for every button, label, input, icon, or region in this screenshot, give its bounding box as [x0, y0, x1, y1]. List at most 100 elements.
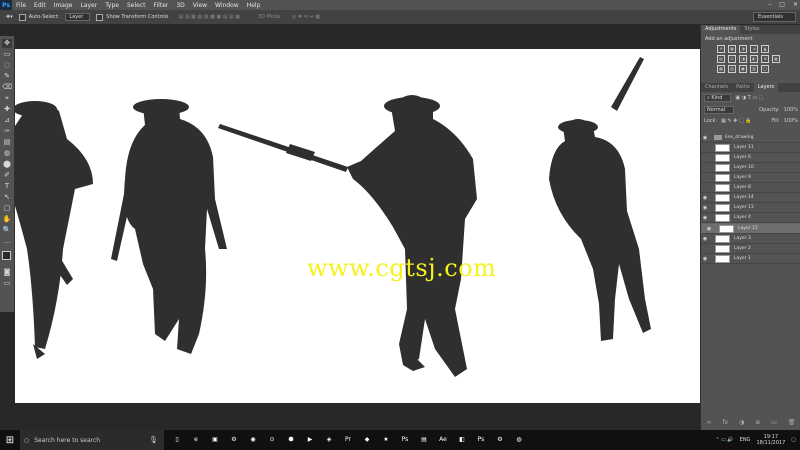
layer-row[interactable]: ◉ Layer 1: [701, 254, 800, 264]
tab-paths[interactable]: Paths: [732, 83, 754, 92]
tab-styles[interactable]: Styles: [740, 25, 763, 34]
history-brush-tool-icon[interactable]: ▤: [2, 138, 12, 147]
color-balance-icon[interactable]: ⚖: [728, 55, 736, 63]
menu-layer[interactable]: Layer: [80, 2, 97, 9]
layer-row[interactable]: ◉ line_drawing: [701, 133, 800, 143]
menu-3d[interactable]: 3D: [176, 2, 184, 9]
close-icon[interactable]: ✕: [793, 0, 798, 10]
shape-tool-icon[interactable]: ▢: [2, 204, 12, 213]
taskbar-app-icon[interactable]: ▤: [419, 435, 429, 445]
color-swatches[interactable]: [1, 250, 14, 263]
layer-style-icon[interactable]: fx: [722, 419, 728, 426]
tray-icons[interactable]: ⌃ ▭ 🔊: [715, 437, 733, 443]
taskbar-app-icon[interactable]: ⬢: [286, 435, 296, 445]
fill-field[interactable]: 100%: [784, 118, 798, 124]
taskbar-app-icon[interactable]: ⊙: [267, 435, 277, 445]
posterize-icon[interactable]: ▨: [728, 65, 736, 73]
taskbar-app-icon[interactable]: ▣: [210, 435, 220, 445]
document-canvas[interactable]: www.cgtsj.com: [15, 49, 700, 403]
layer-row[interactable]: Layer 11: [701, 143, 800, 153]
layer-row[interactable]: Layer 2: [701, 244, 800, 254]
move-tool-icon[interactable]: ✥▾: [6, 14, 13, 20]
taskbar-app-icon[interactable]: e: [191, 435, 201, 445]
threshold-icon[interactable]: ▣: [739, 65, 747, 73]
taskbar-app-icon[interactable]: Pr: [343, 435, 353, 445]
layer-filter-icons[interactable]: ▣ ◑ T ▭ ⬚: [735, 95, 763, 101]
tab-adjustments[interactable]: Adjustments: [701, 25, 741, 34]
language-indicator[interactable]: ENG: [740, 437, 751, 443]
kind-filter-dropdown[interactable]: ⌕ Kind: [704, 94, 732, 102]
eyedropper-tool-icon[interactable]: ⌖: [2, 94, 12, 103]
layer-row[interactable]: Layer 6: [701, 153, 800, 163]
hand-tool-icon[interactable]: ✋: [2, 215, 12, 224]
lock-icons[interactable]: ▦ ✎ ✥ ⬚ 🔒: [721, 118, 751, 124]
adjustment-layer-icon[interactable]: ◑: [739, 419, 744, 426]
stamp-tool-icon[interactable]: ✑: [2, 127, 12, 136]
marquee-tool-icon[interactable]: ▭: [2, 50, 12, 59]
visibility-eye-icon[interactable]: ◉: [701, 215, 709, 221]
taskbar-app-icon[interactable]: ⚙: [495, 435, 505, 445]
black-white-icon[interactable]: ◨: [739, 55, 747, 63]
taskbar-app-icon[interactable]: Ps: [476, 435, 486, 445]
curves-icon[interactable]: ◑: [739, 45, 747, 53]
gradient-map-icon[interactable]: ▥: [750, 65, 758, 73]
menu-type[interactable]: Type: [105, 2, 119, 9]
taskbar-app-icon[interactable]: ◉: [248, 435, 258, 445]
visibility-eye-icon[interactable]: ◉: [701, 135, 709, 141]
transform-controls-checkbox[interactable]: [96, 13, 104, 21]
menu-image[interactable]: Image: [54, 2, 73, 9]
crop-tool-icon[interactable]: ⌫: [2, 83, 12, 92]
brush-tool-icon[interactable]: ⊿: [2, 116, 12, 125]
windows-start-icon[interactable]: ⊞: [0, 435, 20, 446]
type-tool-icon[interactable]: T: [2, 182, 12, 191]
eraser-tool-icon[interactable]: ◍: [2, 149, 12, 158]
visibility-eye-icon[interactable]: ◉: [701, 236, 709, 242]
layer-row[interactable]: Layer 10: [701, 163, 800, 173]
3d-mode-icons[interactable]: ◎ ✥ ⟲ ⇔ ▦: [292, 14, 320, 20]
taskbar-app-icon[interactable]: Ae: [438, 435, 448, 445]
visibility-eye-icon[interactable]: ◉: [701, 205, 709, 211]
blend-mode-dropdown[interactable]: Normal: [704, 106, 735, 114]
brightness-icon[interactable]: ☀: [717, 45, 725, 53]
maximize-icon[interactable]: □: [779, 0, 785, 10]
healing-tool-icon[interactable]: ✚: [2, 105, 12, 114]
layer-row[interactable]: ◉ Layer 15: [701, 223, 800, 234]
layer-row[interactable]: ◉ Layer 13: [701, 203, 800, 213]
taskbar-app-icon[interactable]: ◧: [457, 435, 467, 445]
workspace-dropdown[interactable]: Essentials: [752, 12, 796, 22]
visibility-eye-icon[interactable]: ◉: [705, 226, 713, 232]
zoom-tool-icon[interactable]: 🔍: [2, 226, 12, 235]
selective-color-icon[interactable]: ▢: [761, 65, 769, 73]
menu-edit[interactable]: Edit: [34, 2, 46, 9]
visibility-eye-icon[interactable]: ◉: [701, 256, 709, 262]
align-icons[interactable]: ▤ ▥ ▦ ▧ ▨ ▩ ▣ ▤ ▥ ▦: [179, 14, 241, 20]
layer-row[interactable]: Layer 8: [701, 183, 800, 193]
move-tool-icon[interactable]: ✥: [2, 39, 12, 48]
menu-select[interactable]: Select: [127, 2, 146, 9]
menu-help[interactable]: Help: [247, 2, 261, 9]
new-group-icon[interactable]: ⊕: [755, 419, 760, 426]
minimize-icon[interactable]: –: [768, 0, 771, 10]
quick-mask-icon[interactable]: ◙: [2, 268, 12, 277]
menu-window[interactable]: Window: [215, 2, 239, 9]
auto-select-checkbox[interactable]: [18, 13, 26, 21]
layer-row[interactable]: ◉ Layer 3: [701, 234, 800, 244]
menu-view[interactable]: View: [193, 2, 207, 9]
exposure-icon[interactable]: ⊿: [750, 45, 758, 53]
clock[interactable]: 19:17 18/11/2017: [756, 434, 785, 446]
visibility-eye-icon[interactable]: ◉: [701, 195, 709, 201]
link-layers-icon[interactable]: ∞: [706, 419, 711, 426]
taskbar-app-icon[interactable]: ◈: [324, 435, 334, 445]
tab-channels[interactable]: Channels: [701, 83, 732, 92]
layer-row[interactable]: Layer 9: [701, 173, 800, 183]
taskbar-app-icon[interactable]: ▯: [172, 435, 182, 445]
taskbar-app-icon[interactable]: ★: [381, 435, 391, 445]
taskbar-app-icon[interactable]: Ps: [400, 435, 410, 445]
microphone-icon[interactable]: 🎙: [149, 436, 158, 444]
quick-select-tool-icon[interactable]: ✎: [2, 72, 12, 81]
taskbar-app-icon[interactable]: ◍: [514, 435, 524, 445]
photo-filter-icon[interactable]: ◐: [750, 55, 758, 63]
taskbar-app-icon[interactable]: ◆: [362, 435, 372, 445]
notifications-icon[interactable]: ▢: [791, 437, 796, 443]
channel-mixer-icon[interactable]: ⊕: [761, 55, 769, 63]
